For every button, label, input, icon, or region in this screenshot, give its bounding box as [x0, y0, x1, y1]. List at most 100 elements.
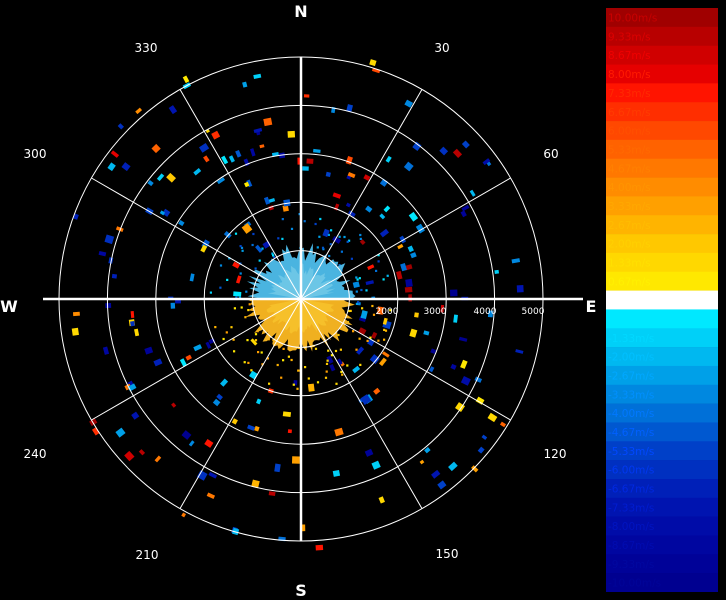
echo-cell: [124, 450, 135, 462]
echo-speck: [352, 330, 355, 333]
echo-cell: [242, 81, 248, 88]
echo-speck: [303, 220, 306, 223]
echo-cell: [345, 202, 351, 208]
echo-speck: [268, 382, 271, 385]
echo-cell: [360, 310, 368, 320]
echo-cell: [365, 280, 374, 286]
echo-cell: [168, 105, 178, 115]
echo-speck: [377, 260, 380, 263]
echo-cell: [247, 424, 256, 431]
echo-cell: [499, 421, 507, 428]
echo-cell: [334, 427, 344, 437]
echo-speck: [247, 361, 250, 364]
legend-label: 3.33m/s: [608, 201, 651, 213]
echo-speck: [287, 355, 290, 358]
echo-speck: [258, 259, 261, 262]
azimuth-label-60: 60: [543, 147, 558, 161]
echo-cell: [228, 155, 235, 163]
range-label-3000: 3000: [424, 307, 447, 317]
radar-plot: N E S W 30 60 120 150 210 240 300 330 20…: [0, 2, 597, 600]
legend-label: -6.67m/s: [608, 484, 654, 496]
echo-speck: [330, 229, 333, 232]
echo-cell: [383, 205, 391, 213]
echo-cell: [138, 449, 146, 456]
echo-speck: [240, 306, 243, 309]
echo-cell: [403, 161, 414, 172]
echo-speck: [250, 369, 253, 372]
echo-cell: [111, 273, 118, 279]
legend-label: 9.33m/s: [608, 31, 651, 43]
echo-cell: [306, 158, 314, 164]
azimuth-line-120: [300, 298, 511, 421]
echo-cell: [104, 234, 115, 245]
echo-cell: [256, 398, 262, 405]
echo-speck: [233, 307, 236, 310]
echo-cell: [181, 512, 187, 518]
echo-cell: [185, 354, 192, 361]
echo-speck: [366, 339, 369, 342]
echo-speck: [346, 240, 349, 243]
echo-cell: [71, 327, 79, 336]
echo-speck: [326, 359, 329, 362]
legend-label: -8.00m/s: [608, 521, 654, 533]
echo-cell: [166, 172, 176, 183]
compass-east-label: E: [586, 297, 597, 316]
legend-label: 4.67m/s: [608, 163, 651, 175]
echo-speck: [355, 276, 358, 279]
echo-cell: [170, 302, 176, 309]
echo-cell: [181, 430, 192, 440]
legend-label: -4.00m/s: [608, 408, 654, 420]
echo-cell: [437, 480, 447, 490]
echo-cell: [216, 393, 223, 401]
echo-cell: [382, 351, 390, 358]
echo-cell: [121, 162, 131, 172]
azimuth-label-300: 300: [24, 147, 47, 161]
azimuth-label-150: 150: [436, 547, 459, 561]
echo-cell: [325, 171, 331, 178]
echo-cell: [367, 264, 375, 270]
echo-cell: [291, 456, 301, 464]
echo-speck: [260, 351, 263, 354]
echo-speck: [230, 326, 233, 329]
echo-speck: [282, 347, 285, 350]
echo-speck: [318, 235, 321, 238]
echo-speck: [251, 243, 254, 247]
echo-speck: [386, 274, 389, 277]
echo-cell: [453, 314, 458, 323]
echo-speck: [248, 303, 251, 306]
echo-speck: [325, 370, 328, 373]
echo-speck: [375, 269, 378, 272]
echo-cell: [379, 213, 386, 220]
echo-speck: [234, 232, 238, 235]
echo-speck: [361, 307, 364, 310]
azimuth-line-330: [179, 89, 302, 300]
echo-speck: [327, 233, 330, 236]
echo-cell: [151, 143, 161, 154]
echo-cell: [481, 434, 488, 440]
echo-cell: [307, 383, 315, 392]
echo-cell: [130, 321, 135, 327]
echo-cell: [458, 336, 468, 342]
echo-cell: [471, 465, 479, 473]
azimuth-line-240: [91, 298, 302, 421]
echo-cell: [98, 250, 107, 257]
echo-cell: [448, 461, 458, 472]
echo-cell: [235, 275, 242, 284]
echo-speck: [243, 361, 246, 364]
echo-speck: [314, 347, 318, 350]
echo-cell: [313, 148, 321, 153]
echo-cell: [107, 162, 116, 172]
legend-label: 2.00m/s: [608, 239, 651, 251]
echo-speck: [358, 277, 361, 280]
compass-west-label: W: [0, 297, 18, 316]
echo-speck: [382, 278, 385, 281]
echo-cell: [287, 429, 292, 434]
echo-cell: [469, 189, 476, 197]
echo-cell: [461, 140, 470, 149]
echo-speck: [383, 338, 386, 341]
echo-speck: [359, 363, 362, 366]
echo-cell: [371, 460, 381, 470]
echo-cell: [144, 346, 154, 355]
echo-cell: [332, 192, 342, 199]
echo-cell: [182, 75, 190, 84]
